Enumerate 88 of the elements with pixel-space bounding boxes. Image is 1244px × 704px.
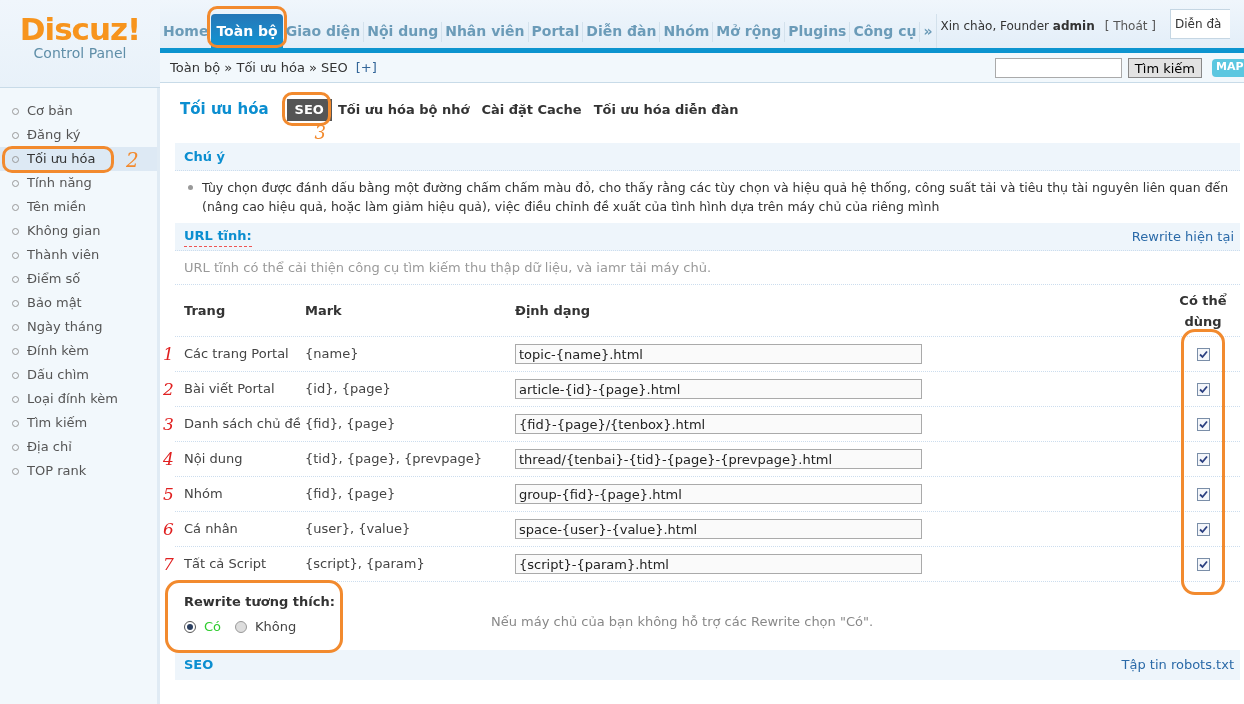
sidebar-item[interactable]: Tính năng [0,171,157,195]
checkbox[interactable] [1196,347,1210,361]
annotation-number: 2 [163,381,174,398]
sidebar-item[interactable]: Dấu chìm [0,363,157,387]
annotation-number: 2 [126,150,139,170]
nav-tab[interactable]: Toàn bộ [211,14,283,48]
robots-link[interactable]: Tập tin robots.txt [1121,655,1234,675]
check-icon [1198,349,1208,359]
sidebar-item[interactable]: Thành viên [0,243,157,267]
sidebar-item[interactable]: Không gian [0,219,157,243]
notice-text: Tùy chọn được đánh dấu bằng một đường chấm chấm màu đỏ, cho thấy rằng các tùy chọn và hiệu quả hệ thống, công suất tải và tiêu thụ tài nguyên liên quan đến (nâng cao hiệu quả, hoặc làm giảm hiệu quả), việc điều chỉnh đề xuất của tình hình dựa trên máy chủ của riêng mình [202,179,1230,216]
section-title: URL tĩnh: [184,226,252,247]
page-name: Nội dung [183,450,244,469]
check-icon [1198,454,1208,464]
checkbox[interactable] [1196,557,1210,571]
mark-text: {id}, {page} [305,380,392,399]
page-name: Cá nhân [183,520,239,539]
mark-text: {script}, {param} [305,555,426,574]
option-label: Rewrite tương thích: [184,592,336,611]
check-icon [1198,384,1208,394]
format-field[interactable]: {fid}-{page}/{tenbox}.html [515,414,922,434]
section-title: Chú ý [184,147,226,166]
page-name: Các trang Portal [183,345,290,364]
sidebar-item[interactable]: Điểm số [0,267,157,291]
mark-text: {name} [305,345,360,364]
annotation-number: 4 [163,451,174,468]
format-field[interactable]: topic-{name}.html [515,344,922,364]
sidebar-item[interactable]: Đăng ký [0,123,157,147]
description-text: URL tĩnh có thể cải thiện công cụ tìm kiếm thu thập dữ liệu, và iamr tải máy chủ. [184,258,712,277]
search-field[interactable] [994,57,1122,78]
annotation-number: 6 [163,521,174,538]
annotation-number: 3 [163,416,174,433]
column-header: Mark [305,301,343,320]
check-icon [1198,419,1208,429]
sidebar-item[interactable]: Địa chỉ [0,435,157,459]
mark-text: {fid}, {page} [305,415,397,434]
rewrite-link[interactable]: Rewrite hiện tại [1131,226,1234,247]
format-field[interactable]: group-{fid}-{page}.html [515,484,922,504]
radio-option[interactable]: Không [235,617,297,637]
check-icon [1198,559,1208,569]
annotation-number: 7 [163,556,174,573]
annotation-number: 1 [163,346,174,363]
logo: Discuz! [19,14,141,44]
column-header: Định dạng [515,301,592,320]
page-title: Tối ưu hóa [180,98,269,120]
checkbox[interactable] [1196,382,1210,396]
mark-text: {user}, {value} [305,520,412,539]
scope-select[interactable]: Diễn đà [1170,9,1230,39]
tab[interactable]: Tối ưu hóa diễn đàn [593,100,739,120]
tab[interactable]: Tối ưu hóa bộ nhớ [337,100,470,120]
bullet-icon [188,185,193,190]
checkbox[interactable] [1196,452,1210,466]
column-header: Trang [183,301,227,320]
sidebar-item[interactable]: Tìm kiếm [0,411,157,435]
sidebar-item[interactable]: Đính kèm [0,339,157,363]
sidebar-item[interactable]: Loại đính kèm [0,387,157,411]
check-icon [1198,524,1208,534]
page-name: Nhóm [183,485,224,504]
column-header: Có thể dùng [1178,291,1228,331]
format-field[interactable]: space-{user}-{value}.html [515,519,922,539]
checkbox[interactable] [1196,522,1210,536]
expand-link[interactable]: [+] [355,57,377,78]
page-name: Danh sách chủ đề [183,415,302,434]
section-title: SEO [184,656,214,675]
logout-link[interactable]: [ Thoát ] [1104,17,1156,35]
greeting-text: Xin chào, Founder admin [940,18,1095,35]
sidebar-item[interactable]: Cơ bản [0,99,157,123]
tab[interactable]: Cài đặt Cache [481,100,582,120]
search-button[interactable]: Tìm kiếm [1127,57,1202,78]
checkbox[interactable] [1196,417,1210,431]
tab[interactable]: SEO [286,99,332,121]
mark-text: {fid}, {page} [305,485,397,504]
annotation-number: 5 [163,486,174,503]
mark-text: {tid}, {page}, {prevpage} [305,450,484,469]
checkbox[interactable] [1196,487,1210,501]
hint-text: Nếu máy chủ của bạn không hỗ trợ các Rewrite chọn "Có". [491,613,874,632]
sidebar-item[interactable]: TOP rank [0,459,157,483]
logo-subtitle: Control Panel [33,44,127,62]
check-icon [1198,489,1208,499]
sidebar-item[interactable]: Bảo mật [0,291,157,315]
breadcrumb: Toàn bộ » Tối ưu hóa » SEO [170,58,348,77]
page-name: Tất cả Script [183,555,268,574]
format-field[interactable]: {script}-{param}.html [515,554,922,574]
sidebar-item[interactable]: Tên miền [0,195,157,219]
format-field[interactable]: thread/{tenbai}-{tid}-{page}-{prevpage}.html [515,449,922,469]
sidebar-item[interactable]: Ngày tháng [0,315,157,339]
format-field[interactable]: article-{id}-{page}.html [515,379,922,399]
page-name: Bài viết Portal [183,380,276,399]
